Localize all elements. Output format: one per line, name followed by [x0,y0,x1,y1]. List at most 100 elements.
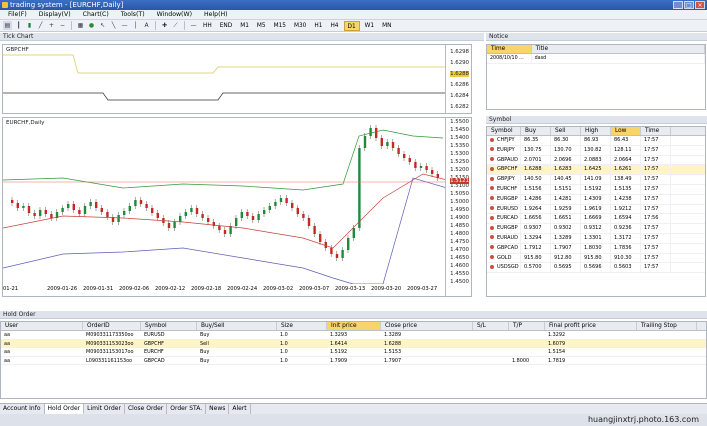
cursor-icon[interactable]: ↖ [98,21,107,30]
symbol-row[interactable]: EURGBP 1.4286 1.4281 1.4309 1.4238 17:57 [487,194,705,205]
bottom-tab[interactable]: Account Info [0,404,45,414]
symbol-cell: 1.6283 [551,165,581,175]
menu-item[interactable]: Tools(T) [115,10,151,19]
date-label: 2009-03-13 [335,286,366,292]
hold-column-header[interactable]: Final profit price [545,322,637,330]
symbol-column-header[interactable]: Sell [551,127,581,135]
draw-line-icon[interactable]: ⟋ [171,21,180,30]
maximize-button[interactable]: □ [684,1,694,9]
zoom-in-icon[interactable]: + [47,21,56,30]
notice-row[interactable]: 2008/10/10 ... dasd [487,54,705,64]
symbol-row[interactable]: GOLD 915.80 912.80 915.80 910.30 17:57 [487,253,705,264]
hold-column-header[interactable]: Trailing Stop [637,322,697,330]
symbol-row[interactable]: EURGBP 0.9307 0.9302 0.9312 0.9236 17:57 [487,224,705,234]
hold-column-header[interactable]: Symbol [141,322,197,330]
period-button[interactable]: M1 [237,21,252,31]
color-icon[interactable]: ● [87,21,96,30]
text-icon[interactable]: A [142,21,151,30]
symbol-cell: EURJPY [487,145,521,155]
symbol-column-header[interactable]: Buy [521,127,551,135]
hold-cell: 1.7909 [330,357,348,364]
hold-column-header[interactable]: Size [277,322,327,330]
symbol-cell: 17:57 [641,204,671,214]
hline-icon[interactable]: — [120,21,129,30]
main-chart[interactable]: EURCHF,Daily 1.5500 1.5450 1.5400 1.5350 1.5… [2,117,472,297]
hold-order-row[interactable]: aa M090331153017oo EURCHF Buy 1.0 1.5192 1.515… [1,348,706,357]
hold-column-header[interactable]: Buy/Sell [197,322,277,330]
period-button[interactable]: M30 [291,21,309,31]
notice-col-time[interactable]: Time [487,45,532,53]
period-button[interactable]: W1 [362,21,377,31]
hold-order-row[interactable]: aa M090331153023oo GBPCHF Sell 1.0 1.6414 1.62… [1,339,706,349]
hold-cell: 1.0 [280,332,288,338]
candle-body [95,202,98,208]
grid-icon[interactable]: ▦ [76,21,85,30]
dash-icon[interactable]: — [189,21,198,30]
hold-column-header[interactable]: OrderID [83,322,141,330]
hold-order-row[interactable]: aa M090331173350oo EURUSD Buy 1.0 1.3293 1.328… [1,331,706,340]
vline-icon[interactable]: │ [131,21,140,30]
bar-chart-icon[interactable]: ┃ [14,21,23,30]
minimize-button[interactable]: _ [673,1,683,9]
symbol-column-header[interactable]: Symbol [487,127,521,135]
symbol-row[interactable]: GBPAUD 2.0701 2.0696 2.0883 2.0664 17:57 [487,155,705,166]
crosshair-icon[interactable]: ✚ [160,21,169,30]
menu-item[interactable]: File(F) [2,10,33,19]
menu-item[interactable]: Chart(C) [77,10,115,19]
bottom-tab[interactable]: Order STA. [167,404,207,414]
line-chart-icon[interactable]: ╱ [36,21,45,30]
menu-item[interactable]: Help(H) [198,10,234,19]
period-button[interactable]: D1 [343,20,360,31]
hold-cell: Buy [200,349,210,356]
symbol-row[interactable]: GBPCHF 1.6288 1.6283 1.6425 1.6261 17:57 [487,165,705,176]
symbol-row[interactable]: EURCAD 1.6656 1.6651 1.6669 1.6594 17:56 [487,214,705,225]
symbol-row[interactable]: EURUSD 1.9264 1.9259 1.9619 1.9212 17:57 [487,204,705,215]
symbol-row[interactable]: USDSGD 0.5700 0.5695 0.5696 0.5603 17:57 [487,263,705,274]
hold-cell: 1.0 [280,340,288,347]
candle-body [72,204,75,210]
candle-body [123,211,126,215]
candle-icon[interactable]: ▮ [25,21,34,30]
bottom-tab[interactable]: Close Order [125,404,168,414]
period-button[interactable]: HH [200,21,215,31]
notice-col-title[interactable]: Title [532,45,705,53]
hold-column-header[interactable]: Init price [327,322,381,330]
menu-item[interactable]: Window(W) [151,10,198,19]
hold-column-header[interactable]: T/P [509,322,545,330]
period-button[interactable]: END [217,21,235,31]
symbol-row[interactable]: GBPCAD 1.7912 1.7907 1.8030 1.7836 17:57 [487,243,705,254]
symbol-cell: 130.82 [581,145,611,155]
period-button[interactable]: M5 [254,21,269,31]
chart-type-icon[interactable]: ▤ [3,21,12,30]
bottom-tab[interactable]: Alert [229,404,251,414]
symbol-column-header[interactable]: High [581,127,611,135]
close-button[interactable]: × [695,1,705,9]
period-button[interactable]: MN [379,21,394,31]
bottom-tab[interactable]: Hold Order [44,404,85,414]
hold-column-header[interactable]: User [1,322,83,330]
period-button[interactable]: M15 [271,21,289,31]
symbol-cell: 128.11 [611,145,641,155]
symbol-column-header[interactable]: Low [611,127,641,135]
hold-column-header[interactable]: Close price [381,322,473,330]
trendline-icon[interactable]: ╲ [109,21,118,30]
hold-order-row[interactable]: aa L090331161153oo GBPCAD Buy 1.0 1.7909 1.790… [1,357,706,366]
symbol-cell: 1.6288 [521,165,551,175]
symbol-row[interactable]: GBPJPY 140.50 140.45 141.09 138.49 17:57 [487,175,705,185]
symbol-row[interactable]: EURJPY 130.75 130.70 130.82 128.11 17:57 [487,145,705,156]
hold-column-header[interactable]: S/L [473,322,509,330]
symbol-row[interactable]: EURAUD 1.3294 1.3289 1.3301 1.3172 17:57 [487,233,705,244]
symbol-cell: 17:57 [641,243,671,253]
tick-chart[interactable]: GBPCHF 1.6298 1.6290 1.6288 1.6286 1.6284 1.6… [2,44,472,114]
bottom-tab[interactable]: Limit Order [84,404,125,414]
bottom-tab[interactable]: News [206,404,230,414]
period-button[interactable]: H4 [327,21,341,31]
symbol-row[interactable]: CHFJPY 86.35 86.30 86.93 86.43 17:57 [487,136,705,146]
hold-cell: aa [4,357,10,364]
menu-item[interactable]: Display(V) [33,10,77,19]
symbol-row[interactable]: EURCHF 1.5156 1.5151 1.5192 1.5135 17:57 [487,184,705,195]
candle-body [330,248,333,254]
symbol-column-header[interactable]: Time [641,127,671,135]
period-button[interactable]: H1 [311,21,325,31]
zoom-out-icon[interactable]: − [58,21,67,30]
